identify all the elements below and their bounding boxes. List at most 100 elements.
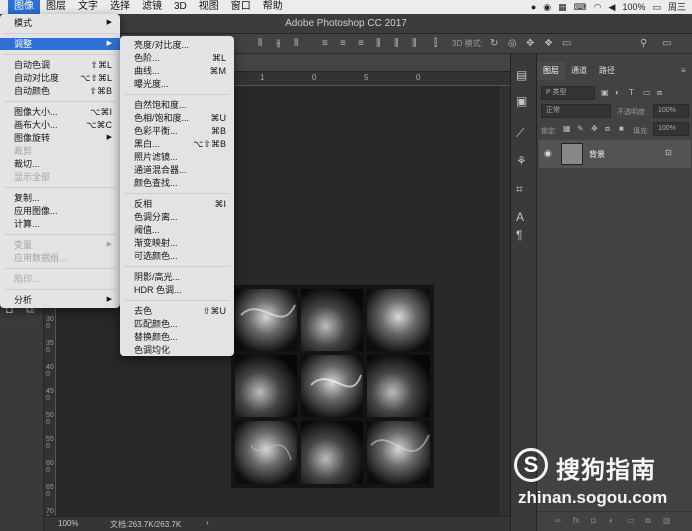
filter-smart-icon[interactable]: ⧈ xyxy=(657,88,662,98)
menubar-item[interactable]: 滤镜 xyxy=(136,0,168,14)
menu-item[interactable]: 色彩平衡... ⌘B xyxy=(120,125,234,137)
menu-item[interactable]: HDR 色调... xyxy=(120,284,234,296)
menu-item[interactable]: 可选颜色... xyxy=(120,250,234,262)
distribute-left-icon[interactable]: ⫼ xyxy=(376,37,381,51)
align-left-icon[interactable]: ⫴ xyxy=(258,37,262,51)
menu-item[interactable]: 黑白... ⌥⇧⌘B xyxy=(120,138,234,150)
battery-icon[interactable]: ▭ xyxy=(652,0,661,14)
menu-item[interactable]: 色阶... ⌘L xyxy=(120,52,234,64)
blend-mode-select[interactable]: 正常 xyxy=(541,104,611,118)
menu-item[interactable]: 模式 ▶ xyxy=(0,17,120,29)
filter-shape-icon[interactable]: ▭ xyxy=(643,88,651,97)
paragraph-icon[interactable]: ¶ xyxy=(516,228,522,242)
menubar-item[interactable]: 图像 xyxy=(8,0,40,14)
menu-item[interactable]: 自动色调 ⇧⌘L xyxy=(0,59,120,71)
menubar-item[interactable]: 图层 xyxy=(40,0,72,14)
status-menu-arrow[interactable]: › xyxy=(206,518,209,527)
menu-apple[interactable] xyxy=(0,0,8,14)
menu-item[interactable]: 分析 ▶ xyxy=(0,294,120,306)
panel-menu-icon[interactable]: ≡ xyxy=(681,66,686,75)
menubar-item[interactable]: 文字 xyxy=(72,0,104,14)
menu-item[interactable]: 复制... xyxy=(0,192,120,204)
workspace-icon[interactable]: ▭ xyxy=(662,37,671,51)
crop-icon[interactable]: ⌗ xyxy=(516,182,523,197)
lock-all-icon[interactable]: ■ xyxy=(619,124,624,133)
menu-item[interactable]: 曲线... ⌘M xyxy=(120,65,234,77)
volume-icon[interactable]: ◀ xyxy=(609,0,616,14)
lock-transparent-icon[interactable]: ▦ xyxy=(563,124,571,133)
menubar-item[interactable]: 帮助 xyxy=(257,0,289,14)
lock-position-icon[interactable]: ✥ xyxy=(591,124,598,133)
menu-item[interactable]: 图像旋转 ▶ xyxy=(0,132,120,144)
menu-item[interactable]: 亮度/对比度... xyxy=(120,39,234,51)
character-icon[interactable]: A xyxy=(516,210,524,224)
menu-item[interactable]: 照片滤镜... xyxy=(120,151,234,163)
menu-item[interactable]: 反相 ⌘I xyxy=(120,198,234,210)
align-center-icon[interactable]: ⫵ xyxy=(276,37,281,51)
lock-artboard-icon[interactable]: ⧈ xyxy=(605,124,610,134)
opacity-field[interactable]: 100% xyxy=(653,104,689,118)
menu-item[interactable]: 调整 ▶ xyxy=(0,38,120,50)
fill-field[interactable]: 100% xyxy=(653,122,689,136)
menu-item[interactable]: 去色 ⇧⌘U xyxy=(120,305,234,317)
menu-item[interactable]: 画布大小... ⌥⌘C xyxy=(0,119,120,131)
properties-icon[interactable]: ▣ xyxy=(516,94,527,108)
zoom-level[interactable]: 100% xyxy=(58,519,78,528)
wifi-icon[interactable]: ◠ xyxy=(594,0,602,14)
menubar-item[interactable]: 3D xyxy=(168,0,193,14)
menubar-item[interactable]: 视图 xyxy=(193,0,225,14)
filter-type-icon[interactable]: T xyxy=(629,88,634,97)
layer-lock-icon[interactable]: ⊡ xyxy=(665,148,672,157)
filter-adjust-icon[interactable]: ◐ xyxy=(615,88,620,97)
wechat-icon[interactable]: ◉ xyxy=(543,0,551,14)
3d-roll-icon[interactable]: ◎ xyxy=(508,37,517,51)
filter-pixel-icon[interactable]: ▣ xyxy=(601,88,609,97)
layer-row-background[interactable]: ◉ 背景 ⊡ xyxy=(539,140,691,168)
clone-source-icon[interactable]: ⚘ xyxy=(516,154,527,168)
visibility-eye-icon[interactable]: ◉ xyxy=(544,148,552,159)
history-icon[interactable]: ▤ xyxy=(516,68,527,82)
qq-icon[interactable]: ● xyxy=(531,0,536,14)
menu-item[interactable]: 计算... xyxy=(0,218,120,230)
panel-tab[interactable]: 图层 xyxy=(537,62,565,80)
menubar-item[interactable]: 选择 xyxy=(104,0,136,14)
menu-item[interactable]: 色调均化 xyxy=(120,344,234,356)
menu-item[interactable]: 颜色查找... xyxy=(120,177,234,189)
menu-item[interactable]: 阈值... xyxy=(120,224,234,236)
3d-slide-icon[interactable]: ❖ xyxy=(544,37,553,51)
distribute-top-icon[interactable]: ≡ xyxy=(322,37,328,51)
menu-item[interactable]: 图像大小... ⌥⌘I xyxy=(0,106,120,118)
panel-tab[interactable]: 通道 xyxy=(565,62,593,80)
menu-item[interactable]: 阴影/高光... xyxy=(120,271,234,283)
menu-item[interactable]: 应用图像... xyxy=(0,205,120,217)
menu-item[interactable]: 渐变映射... xyxy=(120,237,234,249)
vertical-scrollbar[interactable] xyxy=(498,86,510,516)
3d-pan-icon[interactable]: ✥ xyxy=(526,37,534,51)
menu-item[interactable]: 匹配颜色... xyxy=(120,318,234,330)
menubar-item[interactable]: 窗口 xyxy=(225,0,257,14)
keyboard-icon[interactable]: ⌨ xyxy=(574,0,587,14)
distribute-bottom-icon[interactable]: ≡ xyxy=(358,37,364,51)
menu-item[interactable]: 色调分离... xyxy=(120,211,234,223)
menu-item[interactable]: 自动颜色 ⇧⌘B xyxy=(0,85,120,97)
search-icon[interactable]: ⚲ xyxy=(640,37,647,51)
menu-item[interactable]: 色相/饱和度... ⌘U xyxy=(120,112,234,124)
menu-item[interactable]: 裁切... xyxy=(0,158,120,170)
panel-tab[interactable]: 路径 xyxy=(593,62,621,80)
3d-rotate-icon[interactable]: ↻ xyxy=(490,37,498,51)
auto-align-icon[interactable]: ⫿ xyxy=(434,37,437,51)
day-text[interactable]: 周三 xyxy=(668,0,686,14)
layer-filter-select[interactable]: P 类型 xyxy=(541,86,595,100)
distribute-right-icon[interactable]: ⫼ xyxy=(412,37,417,51)
lock-pixels-icon[interactable]: ✎ xyxy=(577,124,584,133)
3d-scale-icon[interactable]: ▭ xyxy=(562,37,571,51)
menu-item[interactable]: 自然饱和度... xyxy=(120,99,234,111)
menu-item[interactable]: 通道混合器... xyxy=(120,164,234,176)
distribute-center-icon[interactable]: ⫼ xyxy=(394,37,399,51)
brush-settings-icon[interactable]: ⟋ xyxy=(516,126,524,141)
grid-icon[interactable]: ▦ xyxy=(558,0,567,14)
menu-item[interactable]: 曝光度... xyxy=(120,78,234,90)
distribute-middle-icon[interactable]: ≡ xyxy=(340,37,346,51)
menu-item[interactable]: 替换颜色... xyxy=(120,331,234,343)
menu-item[interactable]: 自动对比度 ⌥⇧⌘L xyxy=(0,72,120,84)
